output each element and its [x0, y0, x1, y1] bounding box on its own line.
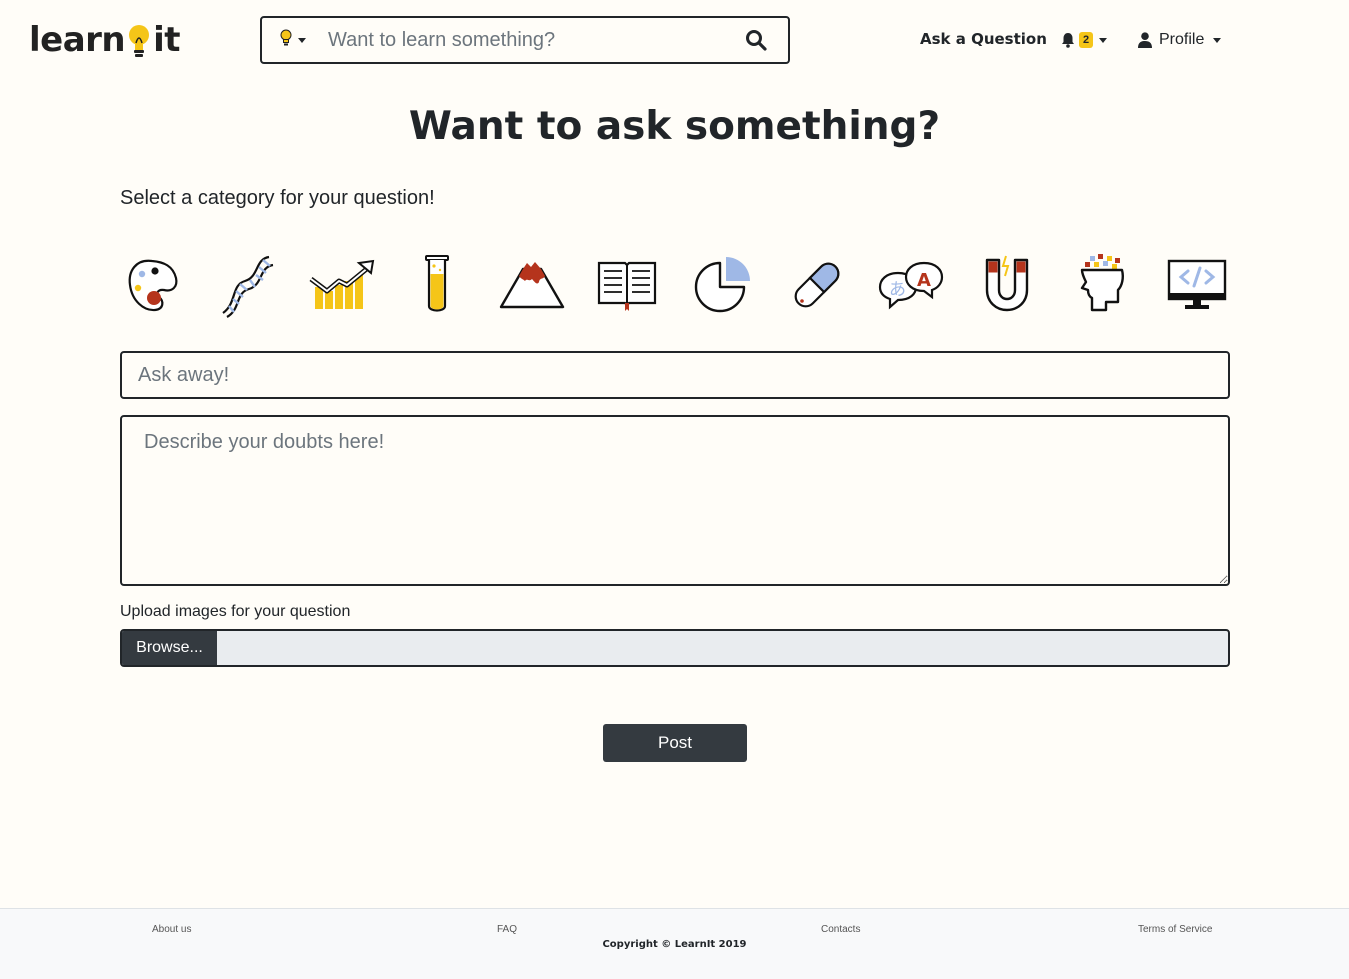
magnet-icon [985, 255, 1029, 312]
search-input[interactable] [328, 20, 734, 60]
footer-terms-link[interactable]: Terms of Service [1138, 924, 1212, 935]
category-art[interactable] [112, 245, 192, 325]
user-icon [1138, 32, 1152, 48]
pill-icon [794, 262, 840, 308]
browse-button[interactable]: Browse... [122, 631, 217, 665]
question-title-input[interactable] [120, 351, 1230, 399]
brand-name-part2: it [153, 20, 181, 60]
copyright-text: Copyright © LearnIt 2019 [602, 939, 747, 950]
footer-faq-link[interactable]: FAQ [497, 924, 517, 935]
search-category-dropdown[interactable] [280, 29, 328, 52]
pie-chart-icon [694, 257, 750, 313]
chevron-down-icon [298, 37, 306, 43]
category-physics[interactable] [967, 245, 1047, 325]
notification-count-badge: 2 [1079, 32, 1094, 48]
svg-text:A: A [917, 270, 931, 291]
search-icon [746, 30, 767, 51]
category-selector: あ A [120, 245, 1230, 325]
footer-about-link[interactable]: About us [152, 924, 191, 935]
category-languages[interactable]: あ A [872, 245, 952, 325]
category-literature[interactable] [587, 245, 667, 325]
file-name-display[interactable] [217, 631, 1228, 665]
volcano-icon [499, 262, 565, 309]
chevron-down-icon [1213, 37, 1222, 43]
search-button[interactable] [734, 20, 778, 60]
category-psychology[interactable] [1062, 245, 1142, 325]
notifications-dropdown[interactable]: 2 [1061, 30, 1108, 50]
category-mathematics[interactable] [682, 245, 762, 325]
mind-head-icon [1080, 254, 1124, 312]
footer: About us FAQ Contacts Terms of Service C… [0, 908, 1349, 979]
upload-label: Upload images for your question [120, 603, 351, 620]
category-geography[interactable] [492, 245, 572, 325]
category-medicine[interactable] [777, 245, 857, 325]
lightbulb-icon [280, 29, 292, 52]
navbar: learn it Want to learn something? Ask a … [0, 0, 1349, 80]
ask-question-link[interactable]: Ask a Question [920, 30, 1047, 48]
book-icon [597, 261, 657, 311]
category-prompt: Select a category for your question! [120, 187, 435, 209]
file-upload-field[interactable]: Browse... [120, 629, 1230, 667]
profile-dropdown[interactable]: Profile [1138, 30, 1222, 50]
chevron-down-icon [1099, 37, 1108, 43]
category-economics[interactable] [302, 245, 382, 325]
bell-icon [1062, 33, 1074, 48]
lightbulb-logo-icon [126, 23, 152, 57]
footer-contacts-link[interactable]: Contacts [821, 924, 860, 935]
brand-name-part1: learn [29, 20, 126, 60]
growth-chart-icon [309, 259, 375, 309]
test-tube-icon [425, 255, 449, 312]
code-monitor-icon [1167, 259, 1227, 309]
palette-icon [128, 259, 178, 312]
page-title: Want to ask something? [408, 104, 941, 149]
dna-icon [222, 255, 274, 318]
question-description-textarea[interactable] [120, 415, 1230, 586]
brand-logo[interactable]: learn it [29, 18, 181, 62]
svg-text:あ: あ [889, 280, 906, 300]
category-chemistry[interactable] [397, 245, 477, 325]
category-computer-science[interactable] [1157, 245, 1237, 325]
category-biology[interactable] [207, 245, 287, 325]
language-bubbles-icon: あ A [878, 261, 944, 310]
search-bar [260, 16, 790, 64]
profile-label: Profile [1159, 31, 1205, 48]
post-button[interactable]: Post [603, 724, 747, 762]
